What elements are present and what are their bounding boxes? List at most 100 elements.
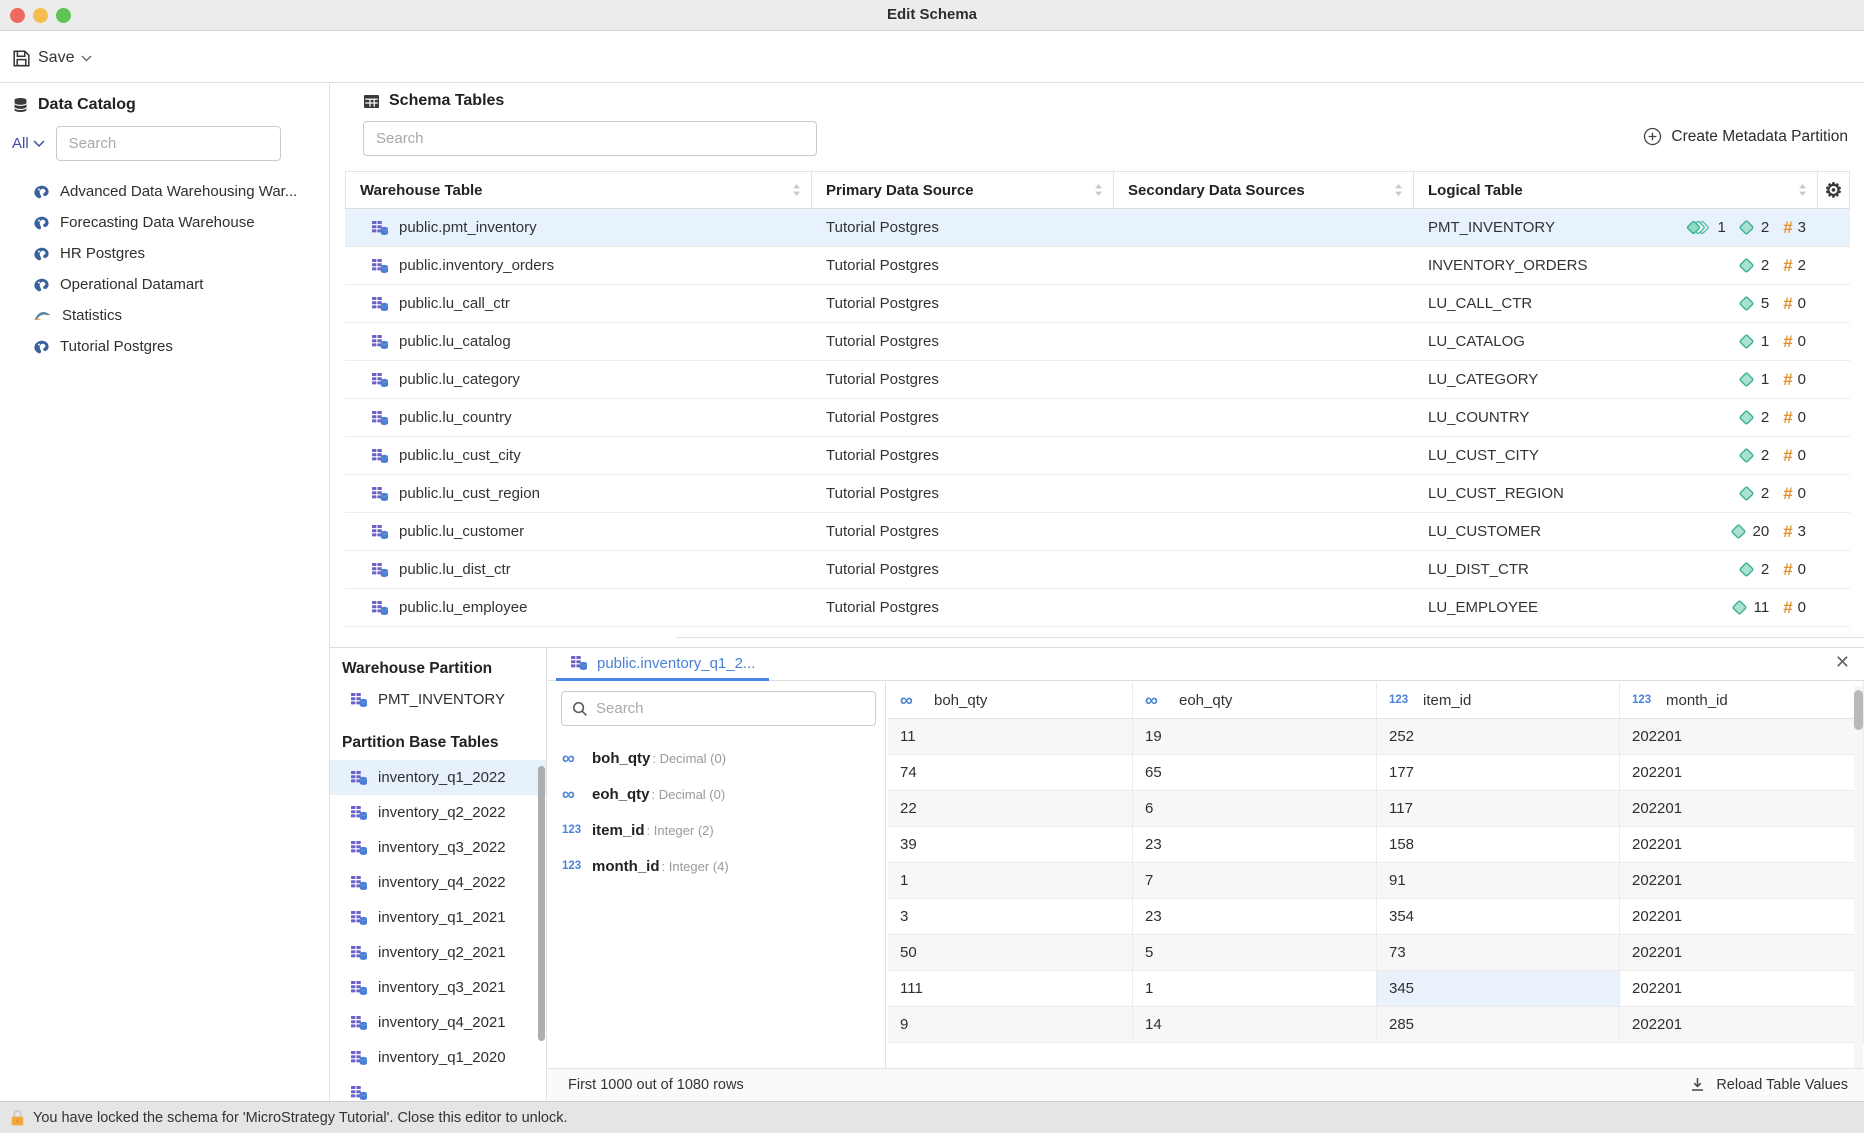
data-cell[interactable]: 23 [1133,827,1377,863]
column-header-label: Warehouse Table [360,182,483,199]
base-table-item[interactable]: inventory_q1_2021 [330,900,547,935]
sort-icon[interactable] [1394,183,1403,197]
schema-table-row[interactable]: public.lu_customerTutorial PostgresLU_CU… [345,513,1850,551]
fact-hash-icon: # [1783,484,1792,504]
column-header-primary-data-source[interactable]: Primary Data Source [812,172,1114,208]
data-cell[interactable]: 252 [1377,719,1620,755]
base-table-item[interactable]: inventory_q1_2022 [330,760,547,795]
data-cell[interactable]: 117 [1377,791,1620,827]
sidebar-database-item[interactable]: Forecasting Data Warehouse [0,207,330,238]
base-tables-scrollbar-thumb[interactable] [538,766,545,1041]
column-list-item[interactable]: 123month_id: Integer (4) [548,848,886,884]
data-cell[interactable]: 202201 [1620,863,1864,899]
reload-table-values-button[interactable]: Reload Table Values [1689,1076,1848,1093]
data-column-header-eoh_qty[interactable]: ∞eoh_qty [1133,682,1377,718]
data-cell[interactable]: 65 [1133,755,1377,791]
data-cell[interactable]: 39 [888,827,1133,863]
base-table-item[interactable]: inventory_q1_2020 [330,1040,547,1075]
gear-icon[interactable]: ⚙ [1818,172,1850,208]
close-icon[interactable]: ✕ [1835,652,1850,673]
data-cell[interactable]: 354 [1377,899,1620,935]
create-metadata-partition-button[interactable]: Create Metadata Partition [1643,127,1848,146]
schema-search-input[interactable] [363,121,817,156]
schema-table-row[interactable]: public.lu_catalogTutorial PostgresLU_CAT… [345,323,1850,361]
base-table-item[interactable]: inventory_q2_2021 [330,935,547,970]
data-cell[interactable]: 74 [888,755,1133,791]
base-table-item[interactable]: inventory_q2_2022 [330,795,547,830]
sidebar-database-item[interactable]: Statistics [0,300,330,331]
schema-table-row[interactable]: public.lu_cust_regionTutorial PostgresLU… [345,475,1850,513]
data-cell[interactable]: 19 [1133,719,1377,755]
column-header-logical-table[interactable]: Logical Table [1414,172,1818,208]
data-cell[interactable]: 11 [888,719,1133,755]
schema-table-row[interactable]: public.lu_call_ctrTutorial PostgresLU_CA… [345,285,1850,323]
data-cell[interactable]: 158 [1377,827,1620,863]
save-button[interactable]: Save [12,45,92,71]
schema-table-row[interactable]: public.pmt_inventoryTutorial PostgresPMT… [345,209,1850,247]
sidebar-database-item[interactable]: Advanced Data Warehousing War... [0,176,330,207]
base-table-item-partial[interactable] [330,1075,547,1102]
data-cell[interactable]: 202201 [1620,1007,1864,1043]
data-cell[interactable]: 202201 [1620,971,1864,1007]
data-cell[interactable]: 1 [888,863,1133,899]
data-cell[interactable]: 202201 [1620,791,1864,827]
schema-table-row[interactable]: public.lu_employeeTutorial PostgresLU_EM… [345,589,1850,627]
column-header-warehouse-table[interactable]: Warehouse Table [345,172,812,208]
data-column-header-boh_qty[interactable]: ∞boh_qty [888,682,1133,718]
data-cell[interactable]: 202201 [1620,719,1864,755]
warehouse-table-icon [371,524,389,540]
data-cell[interactable]: 202201 [1620,755,1864,791]
data-cell[interactable]: 91 [1377,863,1620,899]
data-cell[interactable]: 285 [1377,1007,1620,1043]
filter-dropdown[interactable]: All [12,135,45,152]
base-table-item[interactable]: inventory_q3_2022 [330,830,547,865]
data-cell[interactable]: 9 [888,1007,1133,1043]
chevron-down-icon[interactable] [81,55,92,62]
data-cell[interactable]: 1 [1133,971,1377,1007]
sort-icon[interactable] [792,183,801,197]
data-cell[interactable]: 50 [888,935,1133,971]
warehouse-table-icon [371,220,389,236]
data-column-header-month_id[interactable]: 123month_id [1620,682,1864,718]
schema-table-row[interactable]: public.inventory_ordersTutorial Postgres… [345,247,1850,285]
data-cell[interactable]: 202201 [1620,827,1864,863]
base-table-item[interactable]: inventory_q4_2022 [330,865,547,900]
data-table-vscrollbar-thumb[interactable] [1854,690,1863,730]
column-search-input[interactable] [561,691,876,726]
sidebar-database-item[interactable]: HR Postgres [0,238,330,269]
data-cell[interactable]: 14 [1133,1007,1377,1043]
base-table-item[interactable]: inventory_q3_2021 [330,970,547,1005]
schema-table-row[interactable]: public.lu_dist_ctrTutorial PostgresLU_DI… [345,551,1850,589]
data-table-row: 50573202201 [888,935,1864,971]
warehouse-table-icon [371,562,389,578]
column-list-item[interactable]: ∞eoh_qty: Decimal (0) [548,776,886,812]
schema-table-row[interactable]: public.lu_countryTutorial PostgresLU_COU… [345,399,1850,437]
tab-inventory-q1-2022[interactable]: public.inventory_q1_2... [556,648,769,681]
data-table-vscrollbar[interactable] [1854,686,1863,1068]
base-table-item[interactable]: inventory_q4_2021 [330,1005,547,1040]
catalog-search-input[interactable] [56,126,281,161]
data-cell[interactable]: 111 [888,971,1133,1007]
data-cell[interactable]: 23 [1133,899,1377,935]
column-list-item[interactable]: ∞boh_qty: Decimal (0) [548,740,886,776]
sidebar-database-item[interactable]: Operational Datamart [0,269,330,300]
data-cell[interactable]: 22 [888,791,1133,827]
data-cell[interactable]: 177 [1377,755,1620,791]
data-column-header-item_id[interactable]: 123item_id [1377,682,1620,718]
column-list-item[interactable]: 123item_id: Integer (2) [548,812,886,848]
partition-table-item[interactable]: PMT_INVENTORY [350,691,505,708]
data-cell[interactable]: 5 [1133,935,1377,971]
data-cell[interactable]: 73 [1377,935,1620,971]
data-cell[interactable]: 7 [1133,863,1377,899]
schema-table-row[interactable]: public.lu_cust_cityTutorial PostgresLU_C… [345,437,1850,475]
data-cell[interactable]: 345 [1377,971,1620,1007]
sort-icon[interactable] [1094,183,1103,197]
data-cell[interactable]: 202201 [1620,935,1864,971]
schema-table-row[interactable]: public.lu_categoryTutorial PostgresLU_CA… [345,361,1850,399]
data-cell[interactable]: 202201 [1620,899,1864,935]
column-header-secondary-data-sources[interactable]: Secondary Data Sources [1114,172,1414,208]
data-cell[interactable]: 3 [888,899,1133,935]
sidebar-database-item[interactable]: Tutorial Postgres [0,331,330,362]
sort-icon[interactable] [1798,183,1807,197]
data-cell[interactable]: 6 [1133,791,1377,827]
